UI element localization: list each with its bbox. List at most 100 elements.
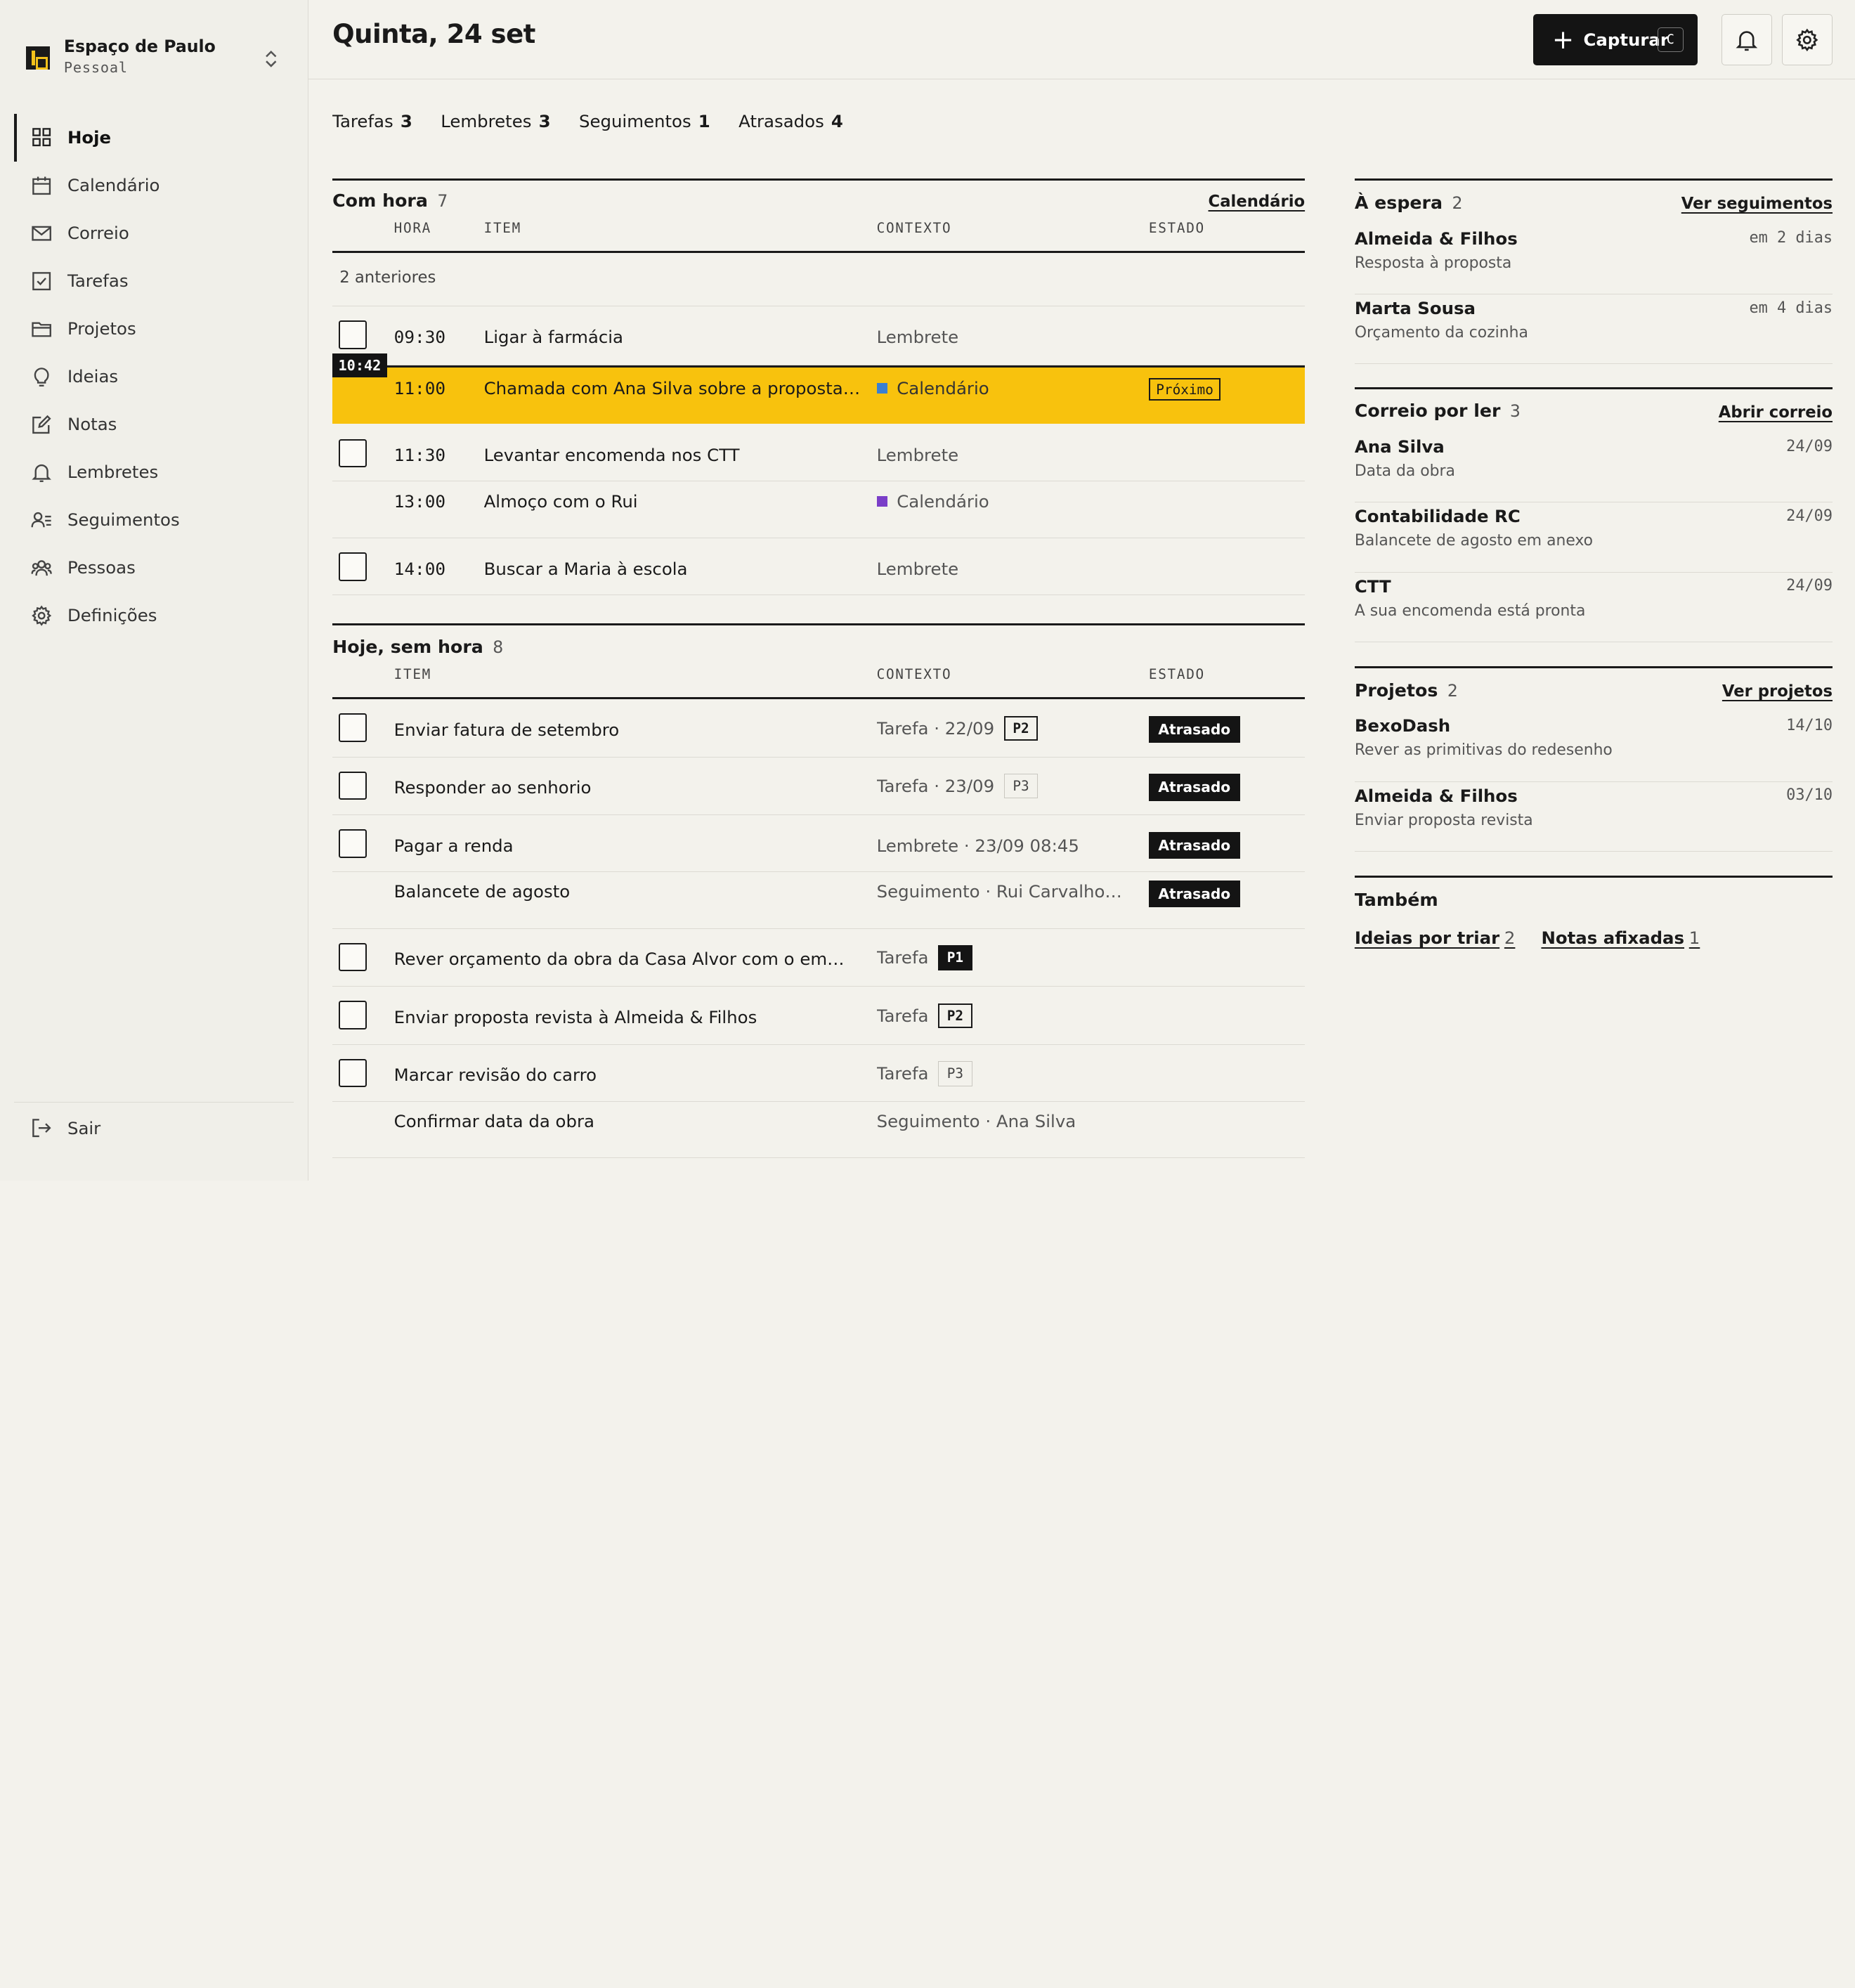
followups-link[interactable]: Ver seguimentos: [1681, 195, 1833, 213]
sidebar-item-label: Ideias: [67, 366, 119, 387]
sidebar-item-ideias[interactable]: Ideias: [14, 353, 293, 401]
row-context: Seguimento · Ana Silva: [876, 1110, 1076, 1131]
sidebar-item-pessoas[interactable]: Pessoas: [14, 544, 293, 592]
item-name: Contabilidade RC: [1354, 506, 1521, 527]
sidebar-item-correio[interactable]: Correio: [14, 209, 293, 257]
unread-mail-panel: Correio por ler 3 Abrir correio Ana Silva…: [1354, 386, 1833, 642]
list-item[interactable]: Almeida & Filhos 03/10 Enviar proposta r…: [1354, 782, 1833, 852]
priority-badge: P2: [1003, 715, 1039, 741]
table-row[interactable]: Rever orçamento da obra da Casa Alvor co…: [332, 929, 1306, 987]
now-time-marker: 10:42: [332, 353, 387, 377]
calendar-link[interactable]: Calendário: [1209, 193, 1306, 211]
task-checkbox[interactable]: [338, 320, 367, 349]
capture-button[interactable]: + Capturar C: [1533, 14, 1698, 65]
table-row-current[interactable]: 10:42 11:00 Chamada com Ana Silva sobre …: [332, 353, 1306, 424]
sidebar-item-notas[interactable]: Notas: [14, 401, 293, 448]
list-item[interactable]: Almeida & Filhos em 2 dias Resposta à pr…: [1354, 225, 1833, 294]
table-row[interactable]: Enviar fatura de setembro Tarefa · 22/09…: [332, 699, 1306, 758]
sidebar-item-hoje[interactable]: Hoje: [14, 113, 293, 162]
notifications-button[interactable]: [1721, 14, 1773, 65]
projects-panel: Projetos 2 Ver projetos BexoDash 14/10 Re…: [1354, 665, 1833, 852]
pinned-notes-link[interactable]: Notas afixadas 1: [1541, 928, 1700, 948]
task-checkbox[interactable]: [338, 942, 367, 972]
col-estado: ESTADO: [1148, 665, 1205, 682]
status-badge: Atrasado: [1148, 774, 1240, 801]
row-context: Calendário: [876, 491, 989, 512]
sidebar-item-calendario[interactable]: Calendário: [14, 162, 293, 209]
table-row[interactable]: Responder ao senhorio Tarefa · 23/09 P3 A…: [332, 758, 1306, 816]
bell-icon: [1736, 30, 1758, 51]
plus-icon: +: [1552, 24, 1575, 55]
count-lembretes[interactable]: Lembretes 3: [441, 111, 550, 131]
untimed-title: Hoje, sem hora 8: [332, 636, 504, 657]
projects-link[interactable]: Ver projetos: [1722, 682, 1833, 701]
table-row[interactable]: Balancete de agosto Seguimento · Rui Car…: [332, 872, 1306, 929]
sidebar-item-projetos[interactable]: Projetos: [14, 305, 293, 353]
count-seguimentos[interactable]: Seguimentos 1: [579, 111, 710, 131]
table-row[interactable]: 13:00 Almoço com o Rui Calendário: [332, 481, 1306, 539]
list-item[interactable]: BexoDash 14/10 Rever as primitivas do re…: [1354, 712, 1833, 782]
item-meta: em 2 dias: [1749, 229, 1833, 247]
calendar-icon: [30, 174, 53, 197]
priority-badge: P2: [937, 1003, 972, 1029]
table-row[interactable]: 14:00 Buscar a Maria à escola Lembrete: [332, 538, 1306, 595]
item-sub: Balancete de agosto em anexo: [1354, 532, 1594, 550]
list-item[interactable]: CTT 24/09 A sua encomenda está pronta: [1354, 573, 1833, 642]
list-item[interactable]: Contabilidade RC 24/09 Balancete de agos…: [1354, 502, 1833, 573]
sidebar-item-lembretes[interactable]: Lembretes: [14, 448, 293, 496]
row-item: Ligar à farmácia: [483, 326, 623, 347]
sidebar-item-seguimentos[interactable]: Seguimentos: [14, 496, 293, 544]
open-mail-link[interactable]: Abrir correio: [1719, 403, 1833, 422]
settings-button[interactable]: [1781, 14, 1833, 65]
col-contexto: CONTEXTO: [876, 220, 952, 237]
task-checkbox[interactable]: [338, 771, 367, 800]
col-hora: HORA: [393, 220, 432, 237]
also-title: Também: [1354, 889, 1438, 910]
workspace-switcher[interactable]: Espaço de Paulo Pessoal: [26, 36, 284, 83]
task-checkbox[interactable]: [338, 438, 367, 468]
table-row[interactable]: Marcar revisão do carro Tarefa P3: [332, 1045, 1306, 1102]
earlier-row[interactable]: 2 anteriores: [332, 253, 1306, 307]
table-row[interactable]: Pagar a renda Lembrete · 23/09 08:45 Atr…: [332, 815, 1306, 872]
count-atrasados[interactable]: Atrasados 4: [738, 111, 843, 131]
item-meta: 03/10: [1786, 786, 1833, 805]
item-name: Almeida & Filhos: [1354, 785, 1518, 806]
row-context: Tarefa · 23/09 P3: [877, 774, 1137, 799]
row-context: Lembrete · 23/09 08:45: [876, 835, 1079, 856]
also-panel: Também Ideias por triar 2 Notas afixadas 1: [1354, 875, 1833, 970]
table-row[interactable]: Enviar proposta revista à Almeida & Filh…: [332, 987, 1306, 1045]
summary-counts: Tarefas 3 Lembretes 3 Seguimentos 1 Atrasad…: [332, 111, 843, 131]
item-meta: 24/09: [1786, 437, 1833, 455]
untimed-section: Hoje, sem hora 8 ITEM CONTEXTO ESTADO Env…: [332, 623, 1306, 1159]
row-context: Lembrete: [876, 558, 959, 579]
ideas-to-triage-link[interactable]: Ideias por triar 2: [1355, 928, 1516, 948]
also-links: Ideias por triar 2 Notas afixadas 1: [1355, 928, 1700, 948]
list-item[interactable]: Ana Silva 24/09 Data da obra: [1354, 433, 1833, 503]
header: Quinta, 24 set + Capturar C: [308, 0, 1855, 79]
table-row[interactable]: 09:30 Ligar à farmácia Lembrete: [332, 306, 1306, 366]
task-checkbox[interactable]: [338, 552, 367, 581]
col-item: ITEM: [483, 220, 521, 237]
calendar-color-swatch: [876, 495, 887, 507]
col-estado: ESTADO: [1148, 220, 1205, 237]
task-checkbox[interactable]: [338, 1001, 367, 1029]
section-rule: [332, 178, 1306, 181]
item-sub: Resposta à proposta: [1354, 254, 1512, 272]
grid-icon: [30, 126, 53, 150]
item-meta: 24/09: [1786, 507, 1833, 525]
task-checkbox[interactable]: [338, 713, 367, 742]
row-context: Tarefa P2: [877, 1003, 1137, 1029]
sidebar-item-definicoes[interactable]: Definições: [14, 592, 293, 639]
status-badge: Próximo: [1148, 378, 1221, 401]
list-item[interactable]: Marta Sousa em 4 dias Orçamento da cozin…: [1354, 294, 1833, 365]
row-time: 14:00: [393, 558, 446, 579]
sidebar-item-tarefas[interactable]: Tarefas: [14, 257, 293, 305]
row-context: Calendário: [876, 378, 989, 398]
count-tarefas[interactable]: Tarefas 3: [332, 111, 412, 131]
logout-button[interactable]: Sair: [14, 1103, 293, 1155]
task-checkbox[interactable]: [338, 1058, 367, 1088]
table-row[interactable]: 11:30 Levantar encomenda nos CTT Lembret…: [332, 424, 1306, 482]
task-checkbox[interactable]: [338, 829, 367, 858]
table-row[interactable]: Confirmar data da obra Seguimento · Ana …: [332, 1102, 1306, 1159]
capture-shortcut: C: [1657, 27, 1684, 53]
